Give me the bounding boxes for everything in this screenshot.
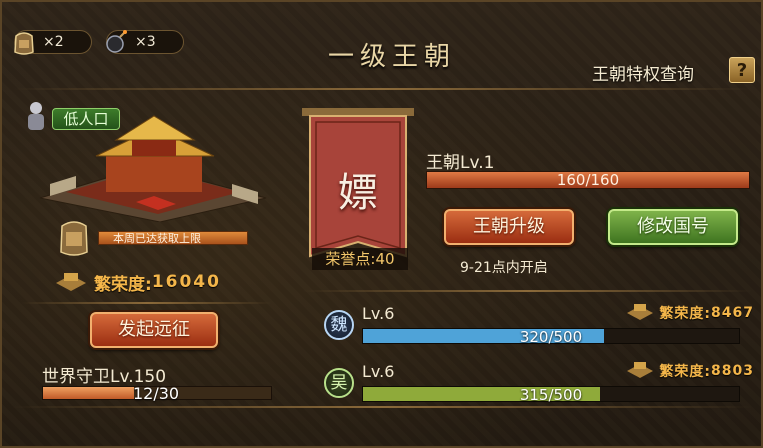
- kingdom-progress: 320/500: [362, 328, 740, 346]
- kingdom-progress-text: 320/500: [519, 328, 583, 346]
- dynasty-upgrade-button[interactable]: 王朝升级: [444, 209, 574, 245]
- prosperity-icon: [625, 360, 655, 382]
- expedition-token-counter: ×2: [14, 30, 92, 55]
- prosperity-value: 8467: [711, 305, 754, 321]
- expedition-token-count: ×2: [43, 34, 64, 50]
- prosperity-label: 繁荣度:: [659, 364, 712, 380]
- help-button[interactable]: ?: [729, 57, 755, 83]
- page-title: 一级王朝: [327, 42, 456, 72]
- honor-points: 荣誉点:40: [312, 248, 408, 270]
- bomb-count: ×3: [135, 34, 156, 50]
- dynasty-panel: ×2 ×3 一级王朝 王朝特权查询 ? 低人口 本周已达获取上限 繁荣度: 16…: [0, 0, 763, 448]
- prosperity-value: 16040: [151, 272, 221, 292]
- expedition-seal-icon: [58, 216, 90, 258]
- population-tag: 低人口: [52, 108, 120, 130]
- world-guard-progress: 12/30: [42, 384, 272, 403]
- bomb-icon: [101, 27, 131, 57]
- header-divider: [12, 88, 752, 90]
- open-hours-note: 9-21点内开启: [460, 260, 548, 276]
- kingdom-row-wei: 魏 Lv.6 繁荣度: 8467 320/500: [324, 304, 754, 350]
- footer-divider: [12, 406, 752, 408]
- prosperity-value: 8803: [711, 363, 754, 379]
- city-prosperity: 繁荣度: 16040: [54, 268, 264, 296]
- dynasty-level: 王朝Lv.1: [426, 153, 495, 173]
- kingdom-emblem-wei: 魏: [324, 310, 354, 340]
- kingdom-level: Lv.6: [362, 362, 395, 381]
- kingdom-divider: [302, 290, 752, 292]
- rename-country-button[interactable]: 修改国号: [608, 209, 738, 245]
- expedition-token-icon: [9, 27, 39, 57]
- kingdom-progress: 315/500: [362, 386, 740, 404]
- bomb-counter: ×3: [106, 30, 184, 54]
- world-guard-progress-text: 12/30: [133, 384, 180, 403]
- prosperity-icon: [54, 269, 88, 295]
- kingdom-prosperity: 繁荣度: 8803: [625, 360, 754, 382]
- weekly-limit-bar: 本周已达获取上限: [98, 231, 248, 245]
- prosperity-icon: [625, 302, 655, 324]
- prosperity-label: 繁荣度:: [94, 274, 152, 295]
- prosperity-label: 繁荣度:: [659, 306, 712, 322]
- launch-expedition-button[interactable]: 发起远征: [90, 312, 218, 348]
- population-icon: [22, 100, 50, 132]
- kingdom-row-wu: 吴 Lv.6 繁荣度: 8803 315/500: [324, 362, 754, 408]
- privilege-query-link[interactable]: 王朝特权查询: [592, 60, 694, 85]
- banner-character: 嫖: [338, 170, 378, 216]
- kingdom-prosperity: 繁荣度: 8467: [625, 302, 754, 324]
- kingdom-emblem-wu: 吴: [324, 368, 354, 398]
- kingdom-level: Lv.6: [362, 304, 395, 323]
- world-guard-progress-fill: [43, 387, 135, 399]
- left-divider: [22, 302, 272, 304]
- dynasty-progress: 160/160: [426, 171, 750, 189]
- kingdom-progress-text: 315/500: [519, 386, 583, 404]
